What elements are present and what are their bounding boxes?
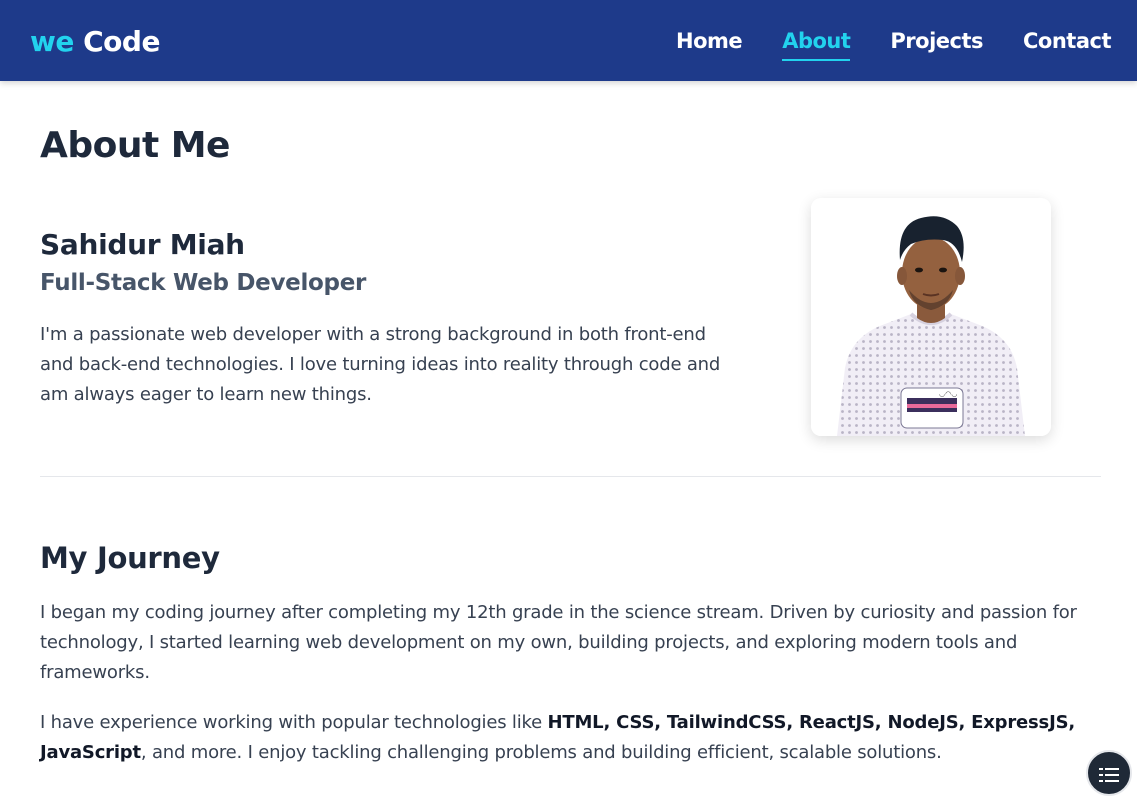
journey-paragraph-2-prefix: I have experience working with popular t…	[40, 712, 548, 733]
list-menu-icon	[1099, 768, 1119, 782]
journey-paragraph-2: I have experience working with popular t…	[40, 708, 1100, 768]
nav-links: Home About Projects Contact	[676, 24, 1112, 61]
journey-title: My Journey	[40, 541, 220, 575]
logo-we-text: we	[30, 25, 74, 58]
profile-bio: I'm a passionate web developer with a st…	[40, 324, 721, 405]
profile-photo: ◡◠◡	[811, 198, 1051, 436]
navbar: we Code Home About Projects Contact	[0, 0, 1137, 81]
nav-link-contact[interactable]: Contact	[1023, 24, 1112, 58]
page-title: About Me	[40, 125, 230, 166]
section-divider	[40, 476, 1101, 477]
logo-code-text: Code	[83, 25, 160, 58]
nav-link-home[interactable]: Home	[676, 24, 743, 58]
profile-role: Full-Stack Web Developer	[40, 270, 367, 296]
floating-menu-button[interactable]	[1086, 750, 1132, 796]
profile-photo-illustration: ◡◠◡	[811, 198, 1051, 436]
journey-paragraph-1: I began my coding journey after completi…	[40, 602, 1077, 683]
nav-link-projects[interactable]: Projects	[890, 24, 983, 58]
profile-name: Sahidur Miah	[40, 228, 245, 261]
journey-paragraph-2-suffix: , and more. I enjoy tackling challenging…	[140, 742, 942, 763]
nav-link-about[interactable]: About	[782, 24, 851, 61]
svg-text:◡◠◡: ◡◠◡	[939, 390, 957, 398]
site-logo[interactable]: we Code	[30, 22, 160, 62]
